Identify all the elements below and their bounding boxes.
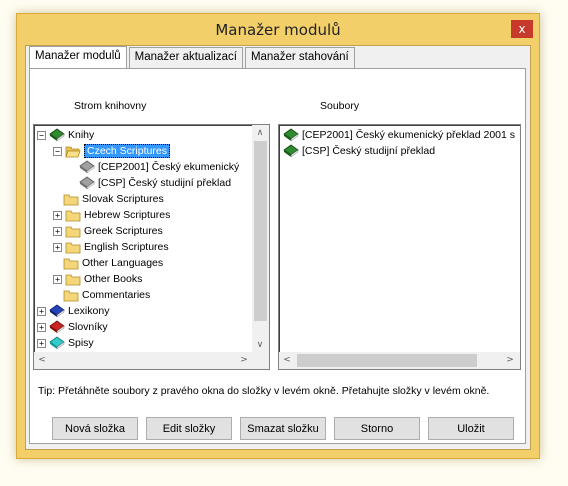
tree-item[interactable]: + Lexikony (37, 303, 109, 319)
file-item[interactable]: [CSP] Český studijní překlad (283, 143, 435, 159)
tree-item[interactable]: + Hebrew Scriptures (53, 207, 170, 223)
tree-item-label: Commentaries (82, 289, 151, 301)
tree-item[interactable]: Slovak Scriptures (53, 191, 164, 207)
expand-icon[interactable]: + (53, 274, 62, 284)
tab-update-manager[interactable]: Manažer aktualizací (128, 47, 243, 69)
scroll-right-button[interactable]: > (236, 352, 252, 368)
tree-item[interactable]: − Knihy (37, 127, 94, 143)
tree-item-label: Greek Scriptures (84, 225, 163, 237)
scroll-right-button[interactable]: > (502, 352, 518, 368)
library-tree-label: Strom knihovny (74, 100, 147, 112)
library-tree[interactable]: − Knihy − Czech Scriptures [CEP2001] Český e… (33, 124, 270, 370)
folder-icon (65, 208, 81, 222)
tree-item-label: Other Books (84, 273, 143, 285)
green-book-icon (49, 128, 65, 142)
tree-item-label: Knihy (68, 129, 95, 141)
tree-item-label: Slovak Scriptures (82, 193, 164, 205)
expand-icon[interactable]: + (37, 338, 46, 348)
cyan-book-icon (49, 336, 65, 350)
tree-vertical-scrollbar[interactable]: ∧ ∨ (252, 125, 269, 353)
save-button[interactable]: Uložit (428, 417, 514, 440)
tree-item[interactable]: + Spisy (37, 335, 94, 351)
grey-book-icon (79, 160, 95, 174)
tree-item-label: Slovníky (68, 321, 108, 333)
tree-item-label: Czech Scriptures (84, 144, 170, 158)
green-book-icon (283, 144, 299, 158)
folder-icon (65, 224, 81, 238)
scroll-thumb[interactable] (297, 354, 477, 367)
new-folder-button[interactable]: Nová složka (52, 417, 138, 440)
file-label: [CEP2001] Český ekumenický překlad 2001 … (302, 129, 516, 141)
collapse-icon[interactable]: − (53, 146, 62, 156)
folder-icon (63, 192, 79, 206)
tree-item[interactable]: [CEP2001] Český ekumenický (69, 159, 239, 175)
tree-item-label: Other Languages (82, 257, 164, 269)
tree-item[interactable]: + Other Books (53, 271, 142, 287)
tree-horizontal-scrollbar[interactable]: < > (34, 352, 269, 369)
window-frame: Manažer modulů x Manažer modulů Manažer … (16, 13, 540, 459)
tree-item[interactable]: Commentaries (53, 287, 150, 303)
tab-download-manager[interactable]: Manažer stahování (244, 47, 355, 69)
green-book-icon (283, 128, 299, 142)
tree-item-label: Lexikony (68, 305, 110, 317)
tree-item[interactable]: + Greek Scriptures (53, 223, 163, 239)
scroll-left-button[interactable]: < (279, 352, 295, 368)
expand-icon[interactable]: + (53, 242, 62, 252)
tree-item-label: Spisy (68, 337, 94, 349)
tab-panel: Strom knihovny Soubory − Knihy − Czech Scri… (29, 68, 526, 444)
tip-text: Tip: Přetáhněte soubory z pravého okna d… (38, 385, 490, 397)
file-item[interactable]: [CEP2001] Český ekumenický překlad 2001 … (283, 127, 515, 143)
tree-item-label: [CEP2001] Český ekumenický (98, 161, 240, 173)
tree-item-label: [CSP] Český studijní překlad (98, 177, 232, 189)
delete-folder-button[interactable]: Smazat složku (240, 417, 326, 440)
tree-item[interactable]: Other Languages (53, 255, 163, 271)
expand-icon[interactable]: + (53, 226, 62, 236)
grey-book-icon (79, 176, 95, 190)
cancel-button[interactable]: Storno (334, 417, 420, 440)
edit-folder-button[interactable]: Edit složky (146, 417, 232, 440)
blue-book-icon (49, 304, 65, 318)
tree-item-label: Hebrew Scriptures (84, 209, 171, 221)
scroll-left-button[interactable]: < (34, 352, 50, 368)
expand-icon[interactable]: + (53, 210, 62, 220)
open-folder-icon (65, 144, 81, 158)
folder-icon (63, 288, 79, 302)
files-label: Soubory (320, 100, 360, 112)
title-bar[interactable]: Manažer modulů x (17, 14, 539, 45)
scroll-up-button[interactable]: ∧ (252, 125, 268, 141)
files-list[interactable]: [CEP2001] Český ekumenický překlad 2001 … (278, 124, 521, 370)
folder-icon (65, 272, 81, 286)
scroll-down-button[interactable]: ∨ (252, 337, 268, 353)
red-book-icon (49, 320, 65, 334)
dialog-client: Manažer modulů Manažer aktualizací Manaž… (25, 45, 531, 450)
folder-icon (63, 256, 79, 270)
close-button[interactable]: x (511, 20, 533, 38)
files-horizontal-scrollbar[interactable]: < > (279, 352, 520, 369)
expand-icon[interactable]: + (37, 322, 46, 332)
tab-strip: Manažer modulů Manažer aktualizací Manaž… (29, 46, 357, 69)
folder-icon (65, 240, 81, 254)
scroll-thumb[interactable] (254, 141, 267, 321)
tree-item[interactable]: [CSP] Český studijní překlad (69, 175, 231, 191)
tab-module-manager[interactable]: Manažer modulů (29, 46, 127, 69)
file-label: [CSP] Český studijní překlad (302, 145, 436, 157)
expand-icon[interactable]: + (37, 306, 46, 316)
window-title: Manažer modulů (215, 20, 341, 39)
tree-item-label: English Scriptures (84, 241, 169, 253)
collapse-icon[interactable]: − (37, 130, 46, 140)
tree-item[interactable]: − Czech Scriptures (53, 143, 170, 159)
tree-item[interactable]: + English Scriptures (53, 239, 169, 255)
tree-item[interactable]: + Slovníky (37, 319, 108, 335)
